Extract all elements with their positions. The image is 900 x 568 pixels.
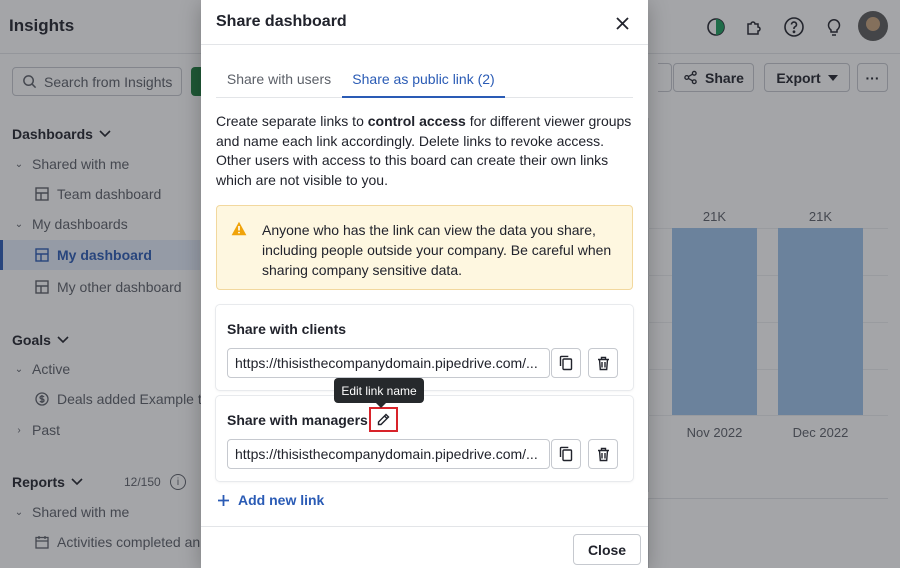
copy-link-button[interactable] xyxy=(551,439,581,469)
add-new-link-button[interactable]: Add new link xyxy=(218,492,324,508)
link-name: Share with clients xyxy=(227,321,347,337)
link-url-field[interactable]: https://thisisthecompanydomain.pipedrive… xyxy=(227,348,550,378)
description-bold: control access xyxy=(367,113,466,129)
copy-icon xyxy=(559,446,573,462)
warning-icon xyxy=(231,221,247,236)
delete-link-button[interactable] xyxy=(588,348,618,378)
warning-text: Anyone who has the link can view the dat… xyxy=(262,222,612,278)
close-button[interactable]: Close xyxy=(573,534,641,565)
share-tabs: Share with users Share as public link (2… xyxy=(216,62,633,98)
link-card: Share with managers https://thisisthecom… xyxy=(216,396,633,481)
trash-icon xyxy=(597,447,609,461)
description-part: Create separate links to xyxy=(216,113,368,129)
close-icon[interactable] xyxy=(611,12,633,34)
delete-link-button[interactable] xyxy=(588,439,618,469)
link-name: Share with managers xyxy=(227,412,368,428)
plus-icon xyxy=(218,494,229,506)
edit-link-tooltip: Edit link name xyxy=(334,378,424,408)
trash-icon xyxy=(597,356,609,370)
copy-link-button[interactable] xyxy=(551,348,581,378)
share-dashboard-modal: Share dashboard Share with users Share a… xyxy=(201,0,648,568)
pencil-icon xyxy=(377,413,390,426)
warning-banner: Anyone who has the link can view the dat… xyxy=(216,205,633,290)
tab-share-as-public-link[interactable]: Share as public link (2) xyxy=(342,62,505,98)
modal-footer: Close xyxy=(201,526,648,568)
description-text: Create separate links to control access … xyxy=(216,112,636,190)
modal-title: Share dashboard xyxy=(216,13,347,30)
link-url-field[interactable]: https://thisisthecompanydomain.pipedrive… xyxy=(227,439,550,469)
add-link-label: Add new link xyxy=(238,492,325,508)
edit-link-name-button[interactable] xyxy=(369,407,398,432)
link-card: Share with clients https://thisisthecomp… xyxy=(216,305,633,390)
tab-share-with-users[interactable]: Share with users xyxy=(216,62,342,98)
modal-header: Share dashboard xyxy=(201,0,648,45)
copy-icon xyxy=(559,355,573,371)
